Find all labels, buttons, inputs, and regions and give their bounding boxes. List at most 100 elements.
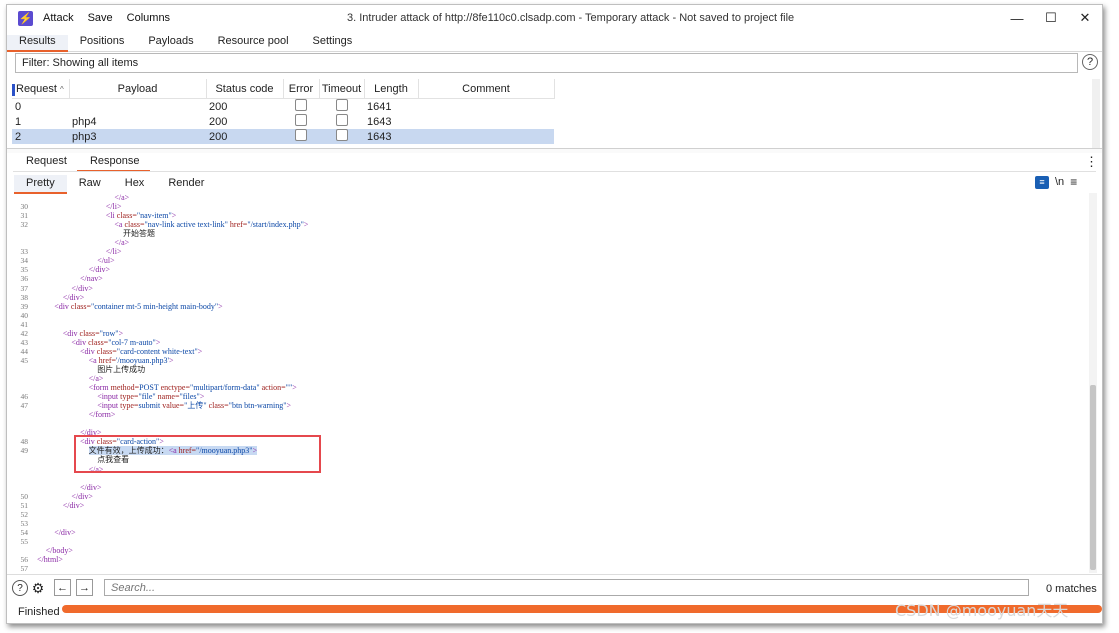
menu-save[interactable]: Save — [88, 12, 113, 24]
table-header-row: Request ^ Payload Status code Error Time… — [12, 79, 555, 99]
cell-payload: php4 — [72, 115, 97, 128]
line-number: 37 — [20, 283, 29, 293]
code-text: </a> — [88, 374, 104, 383]
pane-splitter[interactable] — [7, 148, 1102, 153]
filter-label: Filter: Showing all items — [22, 57, 139, 69]
error-checkbox — [295, 129, 307, 141]
editor-scrollbar-thumb[interactable] — [1090, 385, 1096, 570]
line-number: 51 — [20, 500, 29, 510]
line-number: 57 — [20, 564, 29, 573]
menu-columns[interactable]: Columns — [127, 12, 170, 24]
word-wrap-icon[interactable]: ≡ — [1035, 175, 1049, 189]
line-number: 54 — [20, 527, 29, 537]
tab-hex[interactable]: Hex — [113, 175, 157, 193]
close-icon[interactable]: ✕ — [1068, 5, 1102, 31]
code-text: </body> — [45, 545, 73, 555]
col-header-error[interactable]: Error — [283, 79, 320, 99]
tab-results[interactable]: Results — [7, 35, 68, 52]
code-text: </div> — [62, 292, 85, 302]
burp-logo-icon: ⚡ — [18, 10, 33, 26]
line-number: 41 — [20, 319, 29, 329]
code-text: </li> — [105, 202, 122, 212]
tab-payloads[interactable]: Payloads — [136, 35, 205, 51]
col-header-length[interactable]: Length — [364, 79, 419, 99]
back-arrow-icon[interactable]: ← — [54, 579, 71, 596]
help-icon[interactable]: ? — [12, 580, 28, 596]
tab-response[interactable]: Response — [76, 153, 150, 172]
cell-request: 1 — [15, 115, 22, 128]
line-number: 50 — [20, 491, 29, 501]
timeout-checkbox — [335, 99, 348, 111]
menu-attack[interactable]: Attack — [43, 12, 74, 24]
code-text: </div> — [62, 500, 85, 510]
line-number: 34 — [20, 256, 29, 266]
col-header-comment[interactable]: Comment — [418, 79, 555, 99]
show-newlines-icon[interactable]: \n — [1055, 176, 1064, 188]
table-row[interactable]: 0 200 1641 — [12, 99, 554, 115]
code-text: </div> — [71, 491, 93, 501]
tab-resource-pool[interactable]: Resource pool — [206, 35, 301, 51]
error-checkbox — [295, 114, 307, 126]
cell-length: 1643 — [367, 115, 392, 128]
cell-length: 1643 — [364, 129, 418, 144]
code-text: </html> — [37, 555, 63, 564]
filter-bar[interactable]: Filter: Showing all items — [15, 53, 1078, 73]
col-header-status-code[interactable]: Status code — [206, 79, 284, 99]
line-number: 30 — [20, 202, 29, 212]
line-number: 40 — [20, 310, 29, 320]
table-scrollbar[interactable] — [1092, 79, 1100, 151]
col-header-payload[interactable]: Payload — [69, 79, 207, 99]
help-icon[interactable]: ? — [1082, 54, 1098, 70]
code-text: </form> — [88, 410, 116, 420]
line-number: 39 — [20, 301, 29, 311]
sort-asc-icon: ^ — [60, 84, 64, 94]
line-number: 33 — [20, 247, 29, 257]
settings-gear-icon[interactable]: ⚙ — [30, 580, 46, 596]
line-number: 52 — [20, 509, 29, 519]
forward-arrow-icon[interactable]: → — [76, 579, 93, 596]
tab-request[interactable]: Request — [13, 153, 77, 171]
code-text: <input type="file" name="files"> — [97, 392, 205, 402]
table-row-selected[interactable]: 2 php3 200 1643 — [12, 129, 554, 144]
line-number: 31 — [20, 211, 29, 221]
line-number: 53 — [20, 518, 29, 528]
line-number: 56 — [20, 555, 29, 564]
col-header-request[interactable]: Request ^ — [12, 79, 70, 99]
cell-request: 2 — [12, 129, 69, 144]
tab-render[interactable]: Render — [156, 175, 216, 193]
code-text: <a href='/mooyuan.php3'> — [88, 355, 174, 365]
cell-payload: php3 — [69, 129, 206, 144]
match-count: 0 matches — [1046, 583, 1097, 595]
burp-window: ⚡ Attack Save Columns 3. Intruder attack… — [6, 4, 1103, 624]
code-text: <form method=POST enctype="multipart/for… — [88, 383, 297, 393]
line-number: 32 — [20, 220, 29, 230]
code-text: </a> — [114, 238, 130, 248]
code-text: <div class="row"> — [62, 328, 124, 338]
code-text: </ul> — [97, 256, 115, 266]
tab-positions[interactable]: Positions — [68, 35, 137, 51]
tab-raw[interactable]: Raw — [67, 175, 113, 193]
search-input[interactable] — [104, 579, 1029, 596]
code-text: <div class="col-7 m-auto"> — [71, 337, 161, 347]
minimize-icon[interactable]: — — [1000, 5, 1034, 31]
editor-menu-icon[interactable]: ≡ — [1070, 175, 1077, 189]
code-text: <li class="nav-item"> — [105, 211, 177, 221]
col-header-timeout[interactable]: Timeout — [319, 79, 365, 99]
response-editor[interactable]: </a> 30 </li> 31 <li class="nav-item"> 32 <a c… — [15, 193, 1095, 573]
request-response-tabs: Request Response — [13, 153, 150, 172]
maximize-icon[interactable]: ☐ — [1034, 5, 1068, 31]
table-row[interactable]: 1 php4 200 1643 — [12, 114, 554, 129]
code-text: </div> — [80, 482, 102, 492]
highlight-annotation-box — [74, 435, 321, 473]
cell-status: 200 — [209, 100, 228, 113]
code-text: </div> — [71, 283, 93, 293]
line-number: 36 — [20, 274, 29, 284]
tab-pretty[interactable]: Pretty — [14, 175, 67, 194]
line-number: 49 — [20, 446, 29, 456]
code-text: 开始答题 — [123, 229, 155, 239]
more-options-icon[interactable]: ⋮ — [1085, 154, 1098, 170]
tab-settings[interactable]: Settings — [301, 35, 365, 51]
line-number: 35 — [20, 265, 29, 275]
status-text: Finished — [18, 606, 60, 618]
watermark: CSDN @mooyuan天天 — [895, 601, 1069, 620]
